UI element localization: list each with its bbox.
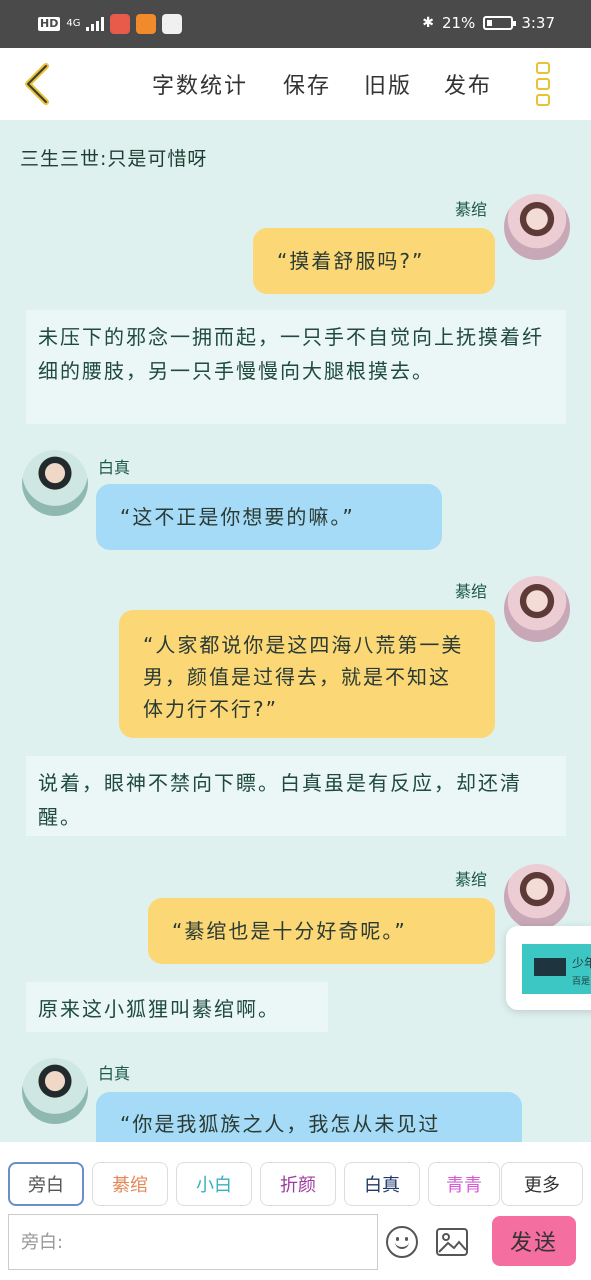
app-notification-icon	[136, 14, 157, 34]
role-button-narrator[interactable]: 旁白	[8, 1162, 84, 1206]
image-icon-graphic	[436, 1228, 468, 1256]
status-right: ✱ 21% 3:37	[422, 14, 555, 32]
battery-icon	[483, 16, 517, 30]
speaker-name: 綦绾	[455, 582, 488, 601]
speaker-name: 綦绾	[455, 200, 488, 219]
battery-level	[487, 20, 493, 26]
role-label: 白真	[364, 1175, 400, 1196]
floating-card[interactable]: 少年 百是	[506, 926, 591, 1010]
status-left: HD 4G	[38, 14, 183, 34]
speaker-name: 白真	[98, 1064, 131, 1083]
emoji-icon[interactable]	[386, 1226, 418, 1258]
narration-block[interactable]: 原来这小狐狸叫綦绾啊。	[26, 982, 328, 1032]
publish-button[interactable]: 发布	[444, 68, 492, 100]
role-label: 旁白	[28, 1175, 64, 1196]
narration-block[interactable]: 未压下的邪念一拥而起，一只手不自觉向上抚摸着纤细的腰肢，另一只手慢慢向大腿根摸去…	[26, 310, 566, 424]
send-button[interactable]: 发送	[492, 1216, 576, 1266]
role-button-qiwan[interactable]: 綦绾	[92, 1162, 168, 1206]
speaker-name: 白真	[98, 458, 131, 477]
chevron-left-icon	[25, 63, 49, 105]
role-label: 小白	[196, 1175, 232, 1196]
dialog-bubble[interactable]: “你是我狐族之人，我怎从未见过	[96, 1092, 522, 1142]
role-label: 綦绾	[112, 1175, 148, 1196]
role-button-qingqing[interactable]: 青青	[428, 1162, 500, 1206]
app-notification-icon	[110, 14, 131, 34]
dialog-bubble[interactable]: “人家都说你是这四海八荒第一美男，颜值是过得去，就是不知这体力行不行?”	[119, 610, 495, 738]
word-count-button[interactable]: 字数统计	[152, 68, 248, 100]
avatar[interactable]	[504, 576, 570, 642]
dialog-bubble[interactable]: “摸着舒服吗?”	[253, 228, 495, 294]
composer-bar: 旁白 綦绾 小白 折颜 白真 青青 更多 发送	[0, 1142, 591, 1280]
bluetooth-icon: ✱	[422, 15, 434, 31]
avatar[interactable]	[504, 194, 570, 260]
narration-block[interactable]: 说着，眼神不禁向下瞟。白真虽是有反应，却还清醒。	[26, 756, 566, 836]
floating-card-subtitle: 百是	[572, 977, 591, 987]
floating-card-title: 少年	[572, 956, 591, 970]
role-label: 更多	[524, 1175, 560, 1196]
chat-area[interactable]: 三生三世:只是可惜呀 綦绾 “摸着舒服吗?” 未压下的邪念一拥而起，一只手不自觉…	[0, 120, 591, 1142]
dialog-bubble[interactable]: “綦绾也是十分好奇呢。”	[148, 898, 495, 964]
speaker-name: 綦绾	[455, 870, 488, 889]
role-button-more[interactable]: 更多	[501, 1162, 583, 1206]
role-label: 折颜	[280, 1175, 316, 1196]
floating-card-image	[534, 958, 566, 976]
role-button-baizhen[interactable]: 白真	[344, 1162, 420, 1206]
hd-badge: HD	[38, 17, 61, 31]
network-type: 4G	[66, 18, 81, 29]
avatar[interactable]	[22, 1058, 88, 1124]
old-version-button[interactable]: 旧版	[364, 68, 412, 100]
message-input[interactable]	[9, 1215, 377, 1269]
status-bar: HD 4G ✱ 21% 3:37	[0, 0, 591, 48]
floating-card-thumbnail: 少年 百是	[522, 944, 591, 994]
back-button[interactable]	[18, 60, 62, 108]
clock: 3:37	[521, 14, 555, 32]
emoji-mouth	[395, 1239, 409, 1249]
avatar[interactable]	[22, 450, 88, 516]
role-button-zheyan[interactable]: 折颜	[260, 1162, 336, 1206]
role-button-xiaobai[interactable]: 小白	[176, 1162, 252, 1206]
role-label: 青青	[446, 1175, 482, 1196]
message-input-box[interactable]	[8, 1214, 378, 1270]
app-notification-icon	[162, 14, 183, 34]
more-icon[interactable]	[536, 62, 552, 106]
avatar[interactable]	[504, 864, 570, 930]
image-icon[interactable]	[436, 1228, 468, 1256]
top-nav: 字数统计 保存 旧版 发布	[0, 48, 591, 120]
story-title: 三生三世:只是可惜呀	[20, 148, 208, 170]
dialog-bubble[interactable]: “这不正是你想要的嘛。”	[96, 484, 442, 550]
signal-icon	[86, 17, 105, 31]
save-button[interactable]: 保存	[283, 68, 331, 100]
battery-percent: 21%	[441, 14, 476, 32]
